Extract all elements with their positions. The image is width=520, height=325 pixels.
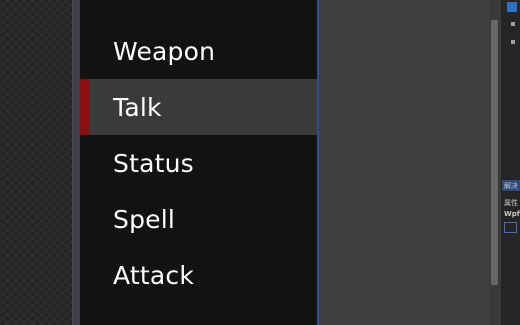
menu-item-attack[interactable]: Attack <box>80 247 318 303</box>
menu-item-label: Attack <box>113 260 195 290</box>
app-window: Weapon Talk Status Spell Attack 解决 属性 Wp… <box>0 0 520 325</box>
menu-item-spell[interactable]: Spell <box>80 191 318 247</box>
panel-border <box>72 0 80 325</box>
menu-item-talk[interactable]: Talk <box>80 79 318 135</box>
game-menu-panel: Weapon Talk Status Spell Attack <box>80 0 318 325</box>
properties-label: 属性 <box>504 199 518 207</box>
solution-tab-label: 解决 <box>504 182 518 190</box>
property-field[interactable] <box>504 222 517 233</box>
window-background-pattern <box>0 0 74 325</box>
game-menu-list: Weapon Talk Status Spell Attack <box>80 23 318 303</box>
menu-item-status[interactable]: Status <box>80 135 318 191</box>
menu-item-weapon[interactable]: Weapon <box>80 23 318 79</box>
solution-icon[interactable] <box>507 2 517 12</box>
menu-item-label: Talk <box>113 92 162 122</box>
scrollbar-thumb[interactable] <box>491 20 498 285</box>
menu-item-label: Weapon <box>113 36 216 66</box>
selection-marker <box>80 79 89 135</box>
element-type-label: Wpf <box>504 210 520 218</box>
menu-item-label: Status <box>113 148 194 178</box>
properties-side-panel: 解决 属性 Wpf <box>501 0 520 325</box>
designer-canvas <box>319 0 490 325</box>
menu-item-label: Spell <box>113 204 176 234</box>
tree-node-icon <box>511 40 515 44</box>
tree-node-icon <box>511 22 515 26</box>
